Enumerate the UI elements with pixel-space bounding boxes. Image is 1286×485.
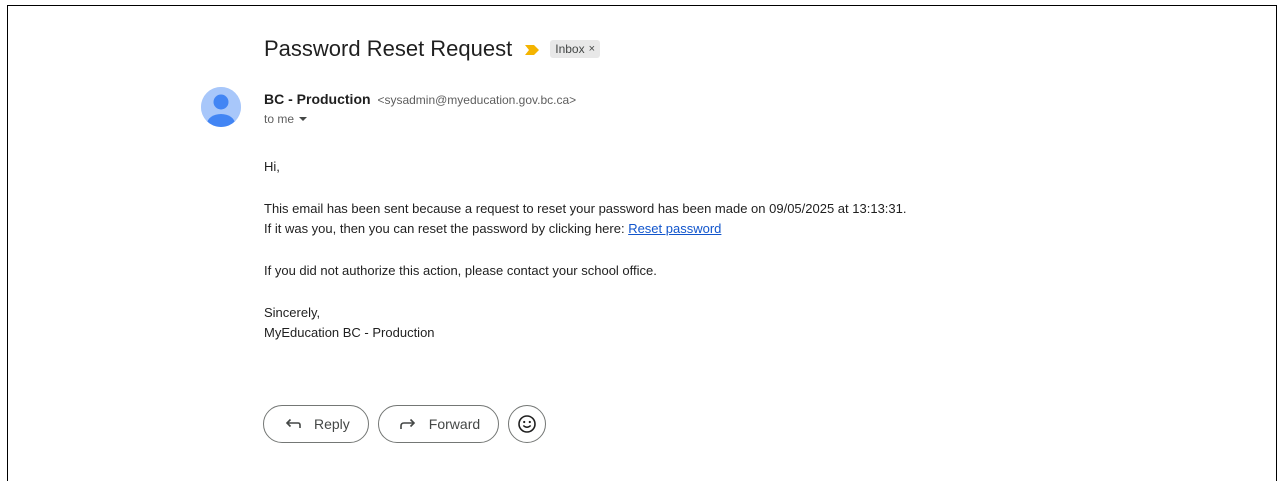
sender-email: <sysadmin@myeducation.gov.bc.ca> (377, 93, 577, 107)
default-person-icon (201, 87, 241, 127)
reply-button[interactable]: Reply (263, 405, 369, 443)
avatar[interactable] (201, 87, 241, 127)
body-greeting: Hi, (264, 159, 280, 174)
reply-label: Reply (314, 416, 350, 432)
email-actions: Reply Forward (263, 405, 547, 443)
forward-button[interactable]: Forward (377, 405, 500, 443)
body-signoff: Sincerely, (264, 305, 321, 320)
emoji-smile-icon (518, 415, 536, 433)
forward-arrow-icon (399, 418, 415, 429)
recipient-row: to me (264, 112, 308, 126)
sender-row: BC - Production <sysadmin@myeducation.go… (264, 91, 576, 107)
body-line-2: If it was you, then you can reset the pa… (264, 219, 906, 239)
email-body: Hi, This email has been sent because a r… (264, 157, 906, 343)
sender-name[interactable]: BC - Production (264, 91, 371, 107)
forward-label: Forward (428, 416, 481, 432)
label-chip-text: Inbox (555, 42, 585, 56)
body-signature: MyEducation BC - Production (264, 325, 435, 340)
add-reaction-button[interactable] (508, 405, 547, 443)
reply-arrow-icon (285, 418, 301, 428)
email-subject: Password Reset Request (264, 36, 513, 61)
body-line-1: This email has been sent because a reque… (264, 201, 907, 216)
show-details-chevron-icon[interactable] (299, 117, 308, 121)
body-line-3: If you did not authorize this action, pl… (264, 263, 657, 278)
recipient-text: to me (264, 112, 295, 126)
body-line-2-text: If it was you, then you can reset the pa… (264, 221, 629, 236)
remove-label-icon[interactable]: × (589, 43, 595, 55)
reset-password-link[interactable]: Reset password (628, 221, 721, 236)
important-marker-icon[interactable] (524, 43, 540, 55)
inbox-label-chip[interactable]: Inbox × (550, 40, 601, 58)
subject-row: Password Reset Request Inbox × (264, 36, 601, 62)
